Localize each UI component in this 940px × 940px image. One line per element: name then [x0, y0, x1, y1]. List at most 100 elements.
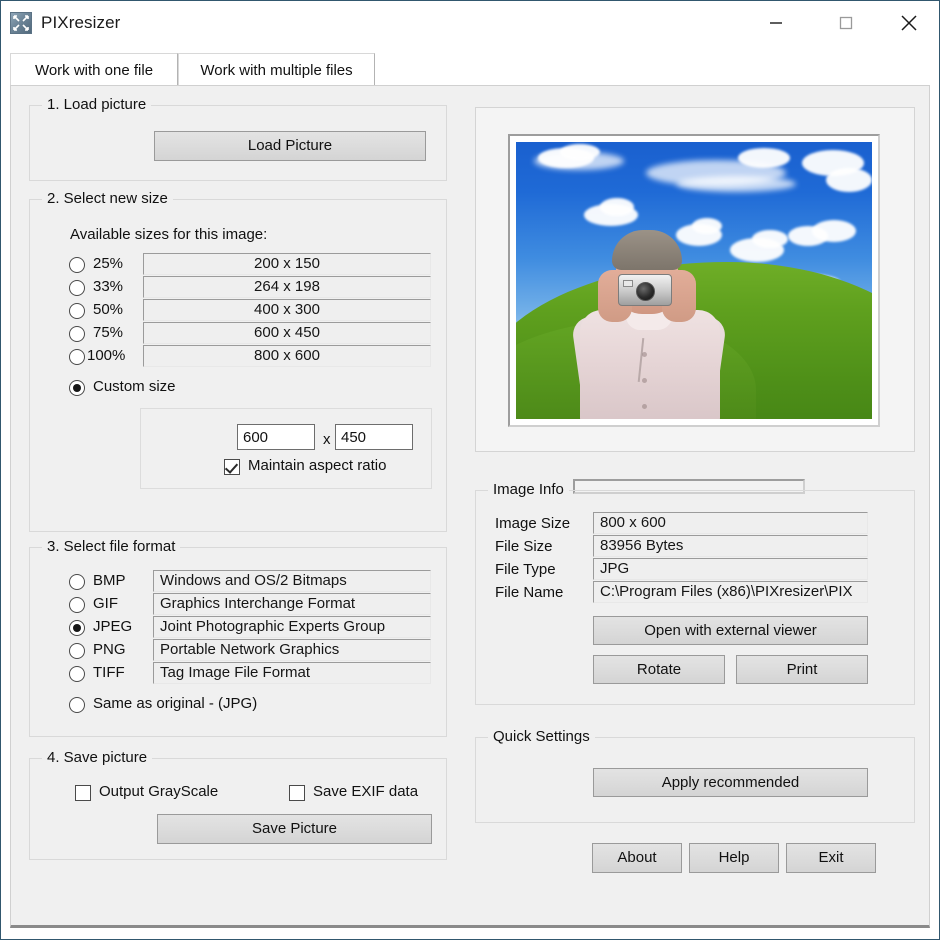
- label-format-tiff: TIFF: [93, 664, 125, 681]
- radio-size-33[interactable]: [69, 280, 85, 296]
- field-size-25[interactable]: 200 x 150: [143, 253, 431, 275]
- about-button[interactable]: About: [592, 843, 682, 873]
- radio-format-bmp[interactable]: [69, 574, 85, 590]
- tab-work-with-multiple-files[interactable]: Work with multiple files: [178, 53, 375, 86]
- shirt-button: [642, 352, 647, 357]
- radio-format-gif[interactable]: [69, 597, 85, 613]
- camera-lens: [636, 282, 655, 301]
- tab-strip: Work with one file Work with multiple fi…: [10, 53, 930, 86]
- cloud: [826, 168, 872, 192]
- radio-custom-size[interactable]: [69, 380, 85, 396]
- cloud: [752, 230, 788, 248]
- group-title-image-info: Image Info: [488, 481, 569, 498]
- print-button[interactable]: Print: [736, 655, 868, 684]
- label-size-33-percent: 33%: [93, 278, 124, 295]
- cloud: [812, 220, 856, 242]
- image-preview-panel: [475, 107, 915, 494]
- apply-recommended-button[interactable]: Apply recommended: [593, 768, 868, 797]
- group-title-load-picture: 1. Load picture: [42, 96, 152, 113]
- radio-format-jpeg[interactable]: [69, 620, 85, 636]
- label-file-size: File Size: [495, 538, 553, 555]
- value-image-size[interactable]: 800 x 600: [593, 512, 868, 534]
- group-save-picture: 4. Save picture Output GrayScale Save EX…: [29, 749, 447, 860]
- label-format-same-as-original: Same as original - (JPG): [93, 695, 258, 712]
- radio-size-25[interactable]: [69, 257, 85, 273]
- image-preview-frame[interactable]: [508, 134, 880, 427]
- photographer-figure: [570, 212, 728, 419]
- radio-size-75[interactable]: [69, 326, 85, 342]
- camera-flash: [623, 280, 633, 287]
- desc-format-tiff[interactable]: Tag Image File Format: [153, 662, 431, 684]
- label-format-jpeg: JPEG: [93, 618, 133, 635]
- maintain-aspect-ratio-checkbox[interactable]: [224, 459, 240, 475]
- label-format-png: PNG: [93, 641, 126, 658]
- group-quick-settings: Quick Settings Apply recommended: [475, 728, 915, 823]
- available-sizes-label: Available sizes for this image:: [70, 226, 268, 243]
- group-title-save-picture: 4. Save picture: [42, 749, 153, 766]
- cloud: [738, 148, 790, 168]
- custom-height-input[interactable]: [335, 424, 413, 450]
- radio-size-50[interactable]: [69, 303, 85, 319]
- title-bar: PIXresizer: [1, 1, 939, 46]
- resize-arrows-icon: [10, 12, 32, 34]
- group-select-new-size: 2. Select new size Available sizes for t…: [29, 190, 447, 532]
- field-size-33[interactable]: 264 x 198: [143, 276, 431, 298]
- help-button[interactable]: Help: [689, 843, 779, 873]
- label-size-75-percent: 75%: [93, 324, 124, 341]
- close-button[interactable]: [879, 1, 939, 44]
- radio-format-tiff[interactable]: [69, 666, 85, 682]
- custom-size-panel: x Maintain aspect ratio: [140, 408, 432, 489]
- open-with-external-viewer-button[interactable]: Open with external viewer: [593, 616, 868, 645]
- label-output-grayscale: Output GrayScale: [99, 783, 219, 800]
- camera-icon: [618, 274, 672, 306]
- tab-work-with-one-file[interactable]: Work with one file: [10, 53, 178, 86]
- label-save-exif: Save EXIF data: [313, 783, 419, 800]
- label-size-25-percent: 25%: [93, 255, 124, 272]
- group-title-quick-settings: Quick Settings: [488, 728, 595, 745]
- value-file-size[interactable]: 83956 Bytes: [593, 535, 868, 557]
- group-select-file-format: 3. Select file format BMP Windows and OS…: [29, 538, 447, 737]
- radio-format-same-as-original[interactable]: [69, 697, 85, 713]
- field-size-75[interactable]: 600 x 450: [143, 322, 431, 344]
- label-image-size: Image Size: [495, 515, 571, 532]
- desc-format-gif[interactable]: Graphics Interchange Format: [153, 593, 431, 615]
- preview-image: [516, 142, 872, 419]
- minimize-button[interactable]: [753, 1, 799, 44]
- exit-button[interactable]: Exit: [786, 843, 876, 873]
- label-size-50-percent: 50%: [93, 301, 124, 318]
- cloud: [560, 144, 600, 160]
- desc-format-bmp[interactable]: Windows and OS/2 Bitmaps: [153, 570, 431, 592]
- shirt-button: [642, 378, 647, 383]
- label-file-type: File Type: [495, 561, 556, 578]
- group-title-select-new-size: 2. Select new size: [42, 190, 173, 207]
- desc-format-jpeg[interactable]: Joint Photographic Experts Group: [153, 616, 431, 638]
- save-exif-checkbox[interactable]: [289, 785, 305, 801]
- label-format-bmp: BMP: [93, 572, 126, 589]
- value-file-name[interactable]: C:\Program Files (x86)\PIXresizer\PIX: [593, 581, 868, 603]
- shirt-button: [642, 404, 647, 409]
- field-size-100[interactable]: 800 x 600: [143, 345, 431, 367]
- label-file-name: File Name: [495, 584, 564, 601]
- label-custom-size: Custom size: [93, 378, 176, 395]
- group-title-select-file-format: 3. Select file format: [42, 538, 181, 555]
- dimension-separator-label: x: [323, 431, 331, 448]
- desc-format-png[interactable]: Portable Network Graphics: [153, 639, 431, 661]
- field-size-50[interactable]: 400 x 300: [143, 299, 431, 321]
- maximize-button[interactable]: [823, 1, 869, 44]
- load-picture-button[interactable]: Load Picture: [154, 131, 426, 161]
- window-title: PIXresizer: [41, 13, 121, 32]
- value-file-type[interactable]: JPG: [593, 558, 868, 580]
- cloud-wisp: [676, 176, 796, 192]
- radio-format-png[interactable]: [69, 643, 85, 659]
- radio-size-100[interactable]: [69, 349, 85, 365]
- label-maintain-aspect-ratio: Maintain aspect ratio: [248, 457, 387, 474]
- label-format-gif: GIF: [93, 595, 118, 612]
- pixresizer-window: PIXresizer Work with one file Work with …: [0, 0, 940, 940]
- rotate-button[interactable]: Rotate: [593, 655, 725, 684]
- client-area: 1. Load picture Load Picture 2. Select n…: [10, 85, 930, 928]
- save-picture-button[interactable]: Save Picture: [157, 814, 432, 844]
- label-size-100-percent: 100%: [87, 347, 126, 364]
- group-image-info: Image Info Image Size 800 x 600 File Siz…: [475, 481, 915, 705]
- output-grayscale-checkbox[interactable]: [75, 785, 91, 801]
- custom-width-input[interactable]: [237, 424, 315, 450]
